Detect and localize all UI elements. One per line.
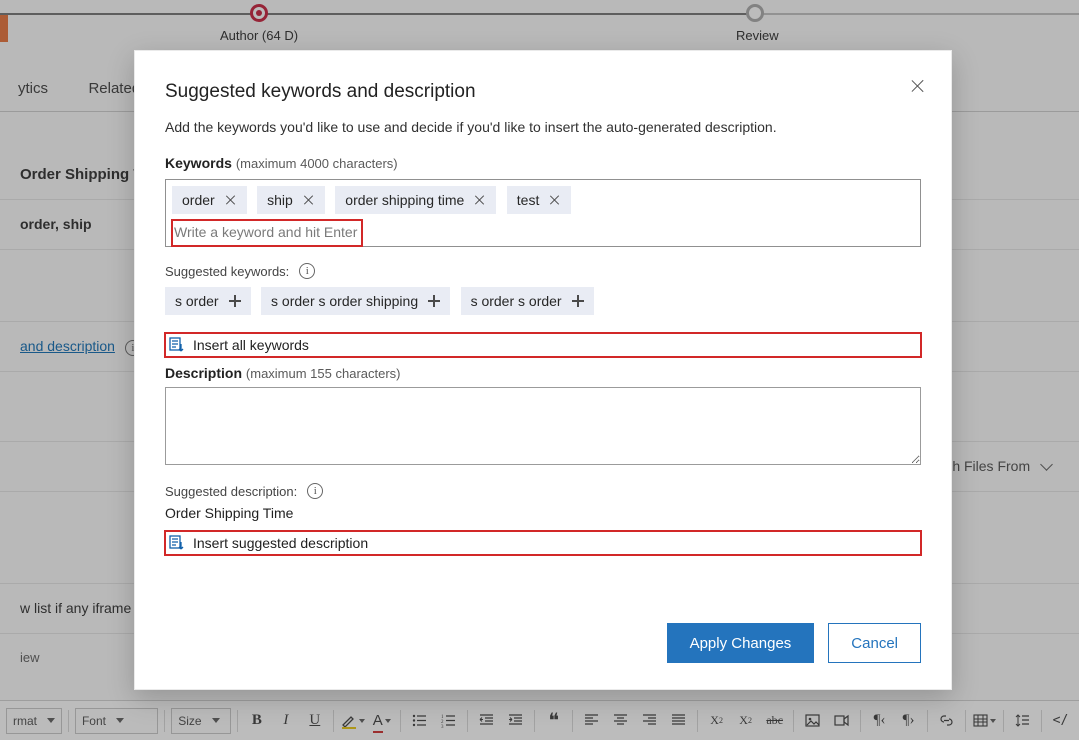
description-label: Description [165,365,242,381]
keywords-input-box[interactable]: order ship order shipping time test [165,179,921,247]
keyword-chip: order [172,186,247,214]
suggested-keyword-chip[interactable]: s order [165,287,251,315]
suggested-description-label-text: Suggested description: [165,484,297,499]
keyword-input-highlight [172,220,362,246]
suggested-keyword-chip[interactable]: s order s order [461,287,594,315]
suggested-keyword-text: s order s order [471,293,562,309]
keywords-section-label: Keywords (maximum 4000 characters) [165,155,921,171]
close-icon[interactable] [909,77,927,95]
add-icon[interactable] [428,295,440,307]
description-textarea[interactable] [165,387,921,465]
suggested-keywords-modal: Suggested keywords and description Add t… [134,50,952,690]
add-icon[interactable] [572,295,584,307]
suggested-description-text: Order Shipping Time [165,505,921,521]
insert-icon [169,337,185,353]
description-section-label: Description (maximum 155 characters) [165,365,921,381]
insert-icon [169,535,185,551]
insert-all-keywords-label: Insert all keywords [193,337,309,353]
suggested-keywords-label: Suggested keywords: [165,263,921,279]
remove-icon[interactable] [303,194,315,206]
keyword-input[interactable] [172,220,362,246]
info-icon[interactable] [307,483,323,499]
description-hint: (maximum 155 characters) [246,366,401,381]
insert-all-keywords-button[interactable]: Insert all keywords [165,333,921,357]
info-icon[interactable] [299,263,315,279]
add-icon[interactable] [229,295,241,307]
suggested-keyword-chip[interactable]: s order s order shipping [261,287,450,315]
modal-title: Suggested keywords and description [165,81,921,103]
keyword-chip-text: ship [267,192,293,208]
cancel-button[interactable]: Cancel [828,623,921,663]
apply-changes-button[interactable]: Apply Changes [667,623,815,663]
keyword-chip-text: order [182,192,215,208]
suggested-keywords-label-text: Suggested keywords: [165,264,289,279]
insert-suggested-description-button[interactable]: Insert suggested description [165,531,921,555]
keywords-hint: (maximum 4000 characters) [236,156,398,171]
keyword-chip: ship [257,186,325,214]
remove-icon[interactable] [474,194,486,206]
keyword-chip: test [507,186,572,214]
modal-actions: Apply Changes Cancel [165,623,921,663]
keyword-chip-row: order ship order shipping time test [172,186,914,220]
insert-suggested-description-label: Insert suggested description [193,535,368,551]
suggested-keyword-row: s order s order s order shipping s order… [165,287,921,321]
suggested-keyword-text: s order [175,293,219,309]
remove-icon[interactable] [549,194,561,206]
remove-icon[interactable] [225,194,237,206]
modal-subtitle: Add the keywords you'd like to use and d… [165,119,921,135]
keywords-label: Keywords [165,155,232,171]
keyword-chip-text: test [517,192,540,208]
suggested-description-label: Suggested description: [165,483,921,499]
suggested-keyword-text: s order s order shipping [271,293,418,309]
keyword-chip-text: order shipping time [345,192,464,208]
keyword-chip: order shipping time [335,186,496,214]
